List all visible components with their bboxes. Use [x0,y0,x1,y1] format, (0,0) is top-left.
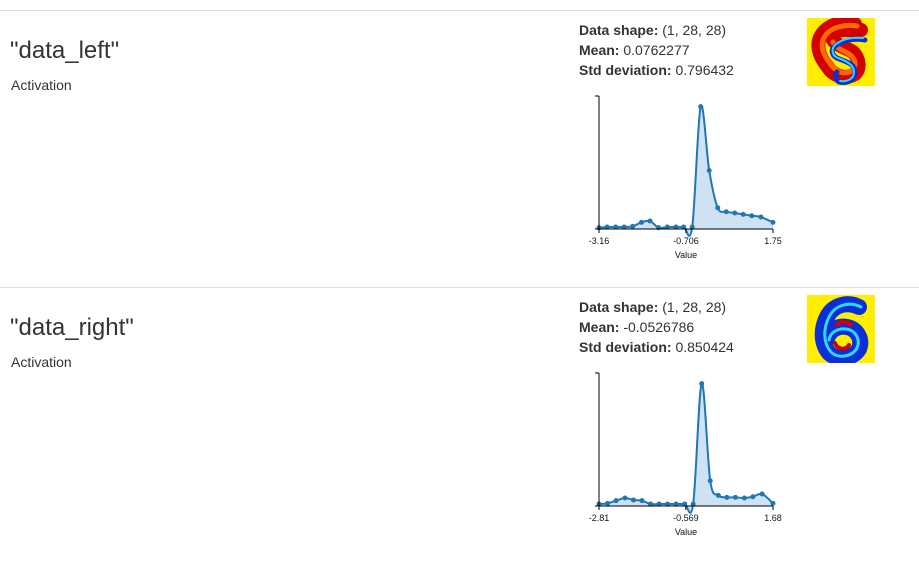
std-row: Std deviation: 0.796432 [579,60,734,80]
histogram-point [699,381,705,387]
histogram-point [707,478,713,484]
layer-name: "data_left" [10,37,120,64]
histogram-chart: -2.81 -0.569 1.68 Value [589,372,782,537]
data-shape-value: (1, 28, 28) [662,22,727,38]
activation-heatmap-image [807,295,875,363]
x-tick-label: -0.569 [673,513,699,523]
x-tick-label: 1.75 [764,236,782,246]
histogram-point [740,211,746,217]
histogram-point [630,223,636,229]
x-tick-label: -0.706 [673,236,699,246]
data-shape-value: (1, 28, 28) [662,299,727,315]
histogram-point [715,492,721,498]
histogram-point [630,497,636,503]
mean-value: -0.0526786 [623,319,695,335]
histogram-point [706,167,712,173]
layer-card-data-left: "data_left" Activation Data shape: (1, 2… [0,10,919,288]
mean-label: Mean: [579,42,620,58]
data-shape-label: Data shape: [579,299,659,315]
histogram-point [723,209,729,215]
histogram-point [647,218,653,224]
layer-name: "data_right" [10,314,134,341]
histogram-point [732,494,738,500]
histogram-point [770,219,776,225]
histogram-point [698,104,704,110]
histogram-point [622,495,628,501]
mean-value: 0.0762277 [623,42,690,58]
std-label: Std deviation: [579,62,672,78]
std-value: 0.850424 [675,339,734,355]
x-axis-label: Value [675,250,697,260]
histogram-area [599,383,773,513]
layer-type: Activation [11,77,72,93]
layer-type: Activation [11,354,72,370]
data-shape-row: Data shape: (1, 28, 28) [579,20,734,40]
std-label: Std deviation: [579,339,672,355]
histogram-point [732,210,738,216]
data-shape-label: Data shape: [579,22,659,38]
histogram-point [741,495,747,501]
x-tick-label: -3.16 [589,236,610,246]
histogram-point [724,494,730,500]
histogram-point [750,494,756,500]
histogram-point [613,498,619,504]
x-axis-label: Value [675,527,697,537]
std-row: Std deviation: 0.850424 [579,337,734,357]
histogram-chart: -3.16 -0.706 1.75 Value [589,95,782,260]
histogram-point [715,205,721,211]
layer-card-data-right: "data_right" Activation Data shape: (1, … [0,287,919,565]
histogram-point [605,500,611,506]
histogram-point [770,500,776,506]
histogram-point [639,219,645,225]
mean-row: Mean: 0.0762277 [579,40,734,60]
std-value: 0.796432 [675,62,734,78]
mean-row: Mean: -0.0526786 [579,317,734,337]
x-tick-label: 1.68 [764,513,782,523]
histogram-area [599,105,773,236]
histogram-point [749,213,755,219]
histogram-point [639,498,645,504]
layer-stats: Data shape: (1, 28, 28) Mean: 0.0762277 … [579,20,734,80]
data-shape-row: Data shape: (1, 28, 28) [579,297,734,317]
mean-label: Mean: [579,319,620,335]
histogram-point [759,491,765,497]
histogram-point [758,214,764,220]
layer-stats: Data shape: (1, 28, 28) Mean: -0.0526786… [579,297,734,357]
histogram-line [598,382,774,514]
x-tick-label: -2.81 [589,513,610,523]
activation-heatmap-image [807,18,875,86]
